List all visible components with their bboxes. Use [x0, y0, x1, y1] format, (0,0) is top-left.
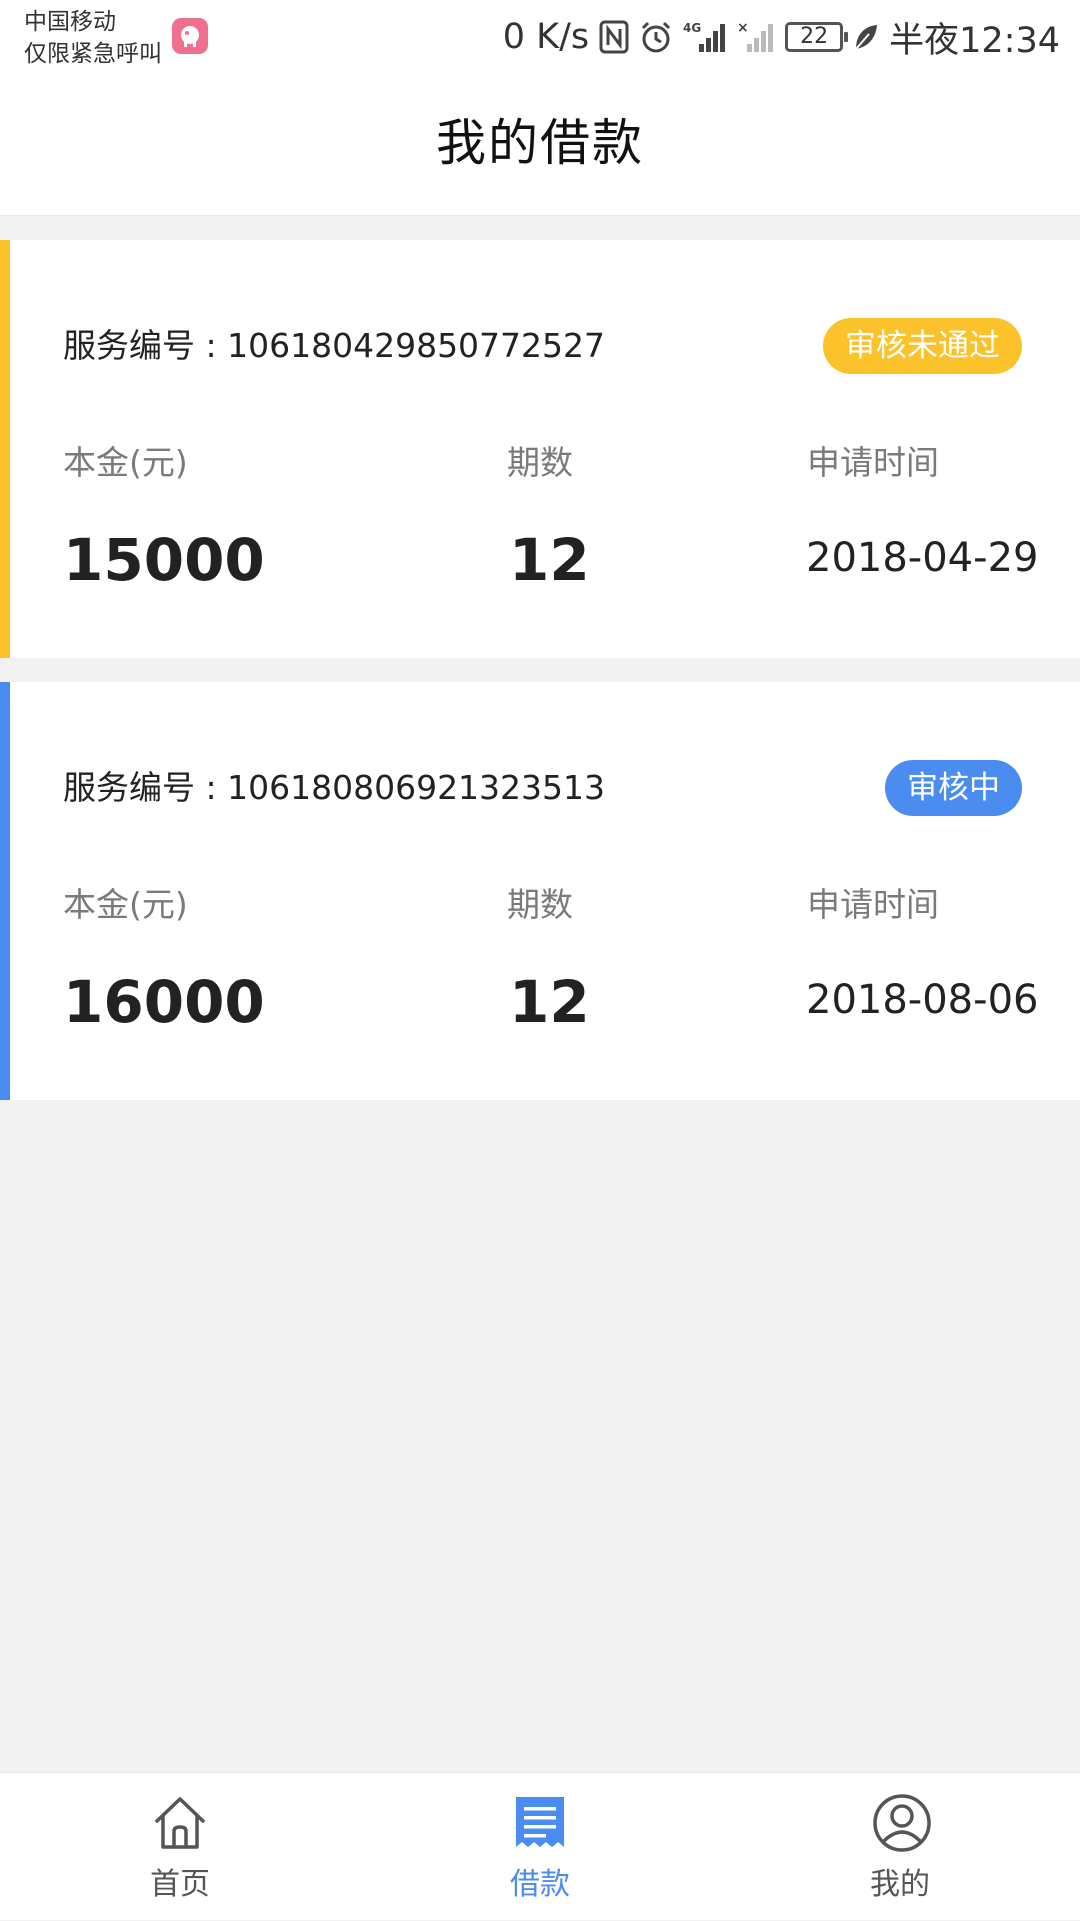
principal-value: 15000 [63, 526, 265, 594]
signal-4g-icon: 4G [683, 20, 727, 54]
app-notification-icon [172, 18, 208, 54]
clock: 半夜12:34 [889, 20, 1060, 61]
profile-icon [872, 1793, 931, 1853]
app-header: 我的借款 [0, 76, 1080, 216]
status-bar: 中国移动 仅限紧急呼叫 0 K/s 4G × 22 半夜12:34 [0, 0, 1080, 76]
principal-label: 本金(元) [63, 885, 188, 924]
status-indicators: 0 K/s 4G × 22 半夜12:34 [502, 14, 1060, 61]
battery-icon: 22 [785, 22, 849, 52]
principal-value: 16000 [63, 968, 265, 1036]
periods-value: 12 [509, 526, 590, 594]
card-accent-bar [0, 240, 10, 658]
service-number: 服务编号 : 106180429850772527 [63, 318, 605, 374]
bottom-nav: 首页 借款 我的 [0, 1772, 1080, 1920]
apply-date-value: 2018-04-29 [806, 535, 1039, 581]
apply-date-label: 申请时间 [807, 885, 939, 924]
carrier-status: 仅限紧急呼叫 [24, 41, 162, 67]
principal-label: 本金(元) [63, 443, 188, 482]
carrier-name: 中国移动 [24, 9, 116, 35]
service-number-label: 服务编号 : [63, 326, 228, 365]
apply-date-label: 申请时间 [807, 443, 939, 482]
status-badge: 审核中 [885, 760, 1022, 816]
periods-label: 期数 [507, 443, 573, 482]
alarm-icon [639, 20, 673, 54]
nav-item-mine[interactable]: 我的 [800, 1773, 1000, 1921]
service-number-value: 106180429850772527 [227, 326, 606, 365]
nfc-icon [599, 20, 629, 54]
card-accent-bar [0, 682, 10, 1100]
loan-card[interactable]: 服务编号 : 106180429850772527 审核未通过 本金(元) 期数… [0, 240, 1080, 658]
periods-value: 12 [509, 968, 590, 1036]
carrier-info: 中国移动 仅限紧急呼叫 [24, 6, 162, 70]
nav-item-home[interactable]: 首页 [80, 1773, 280, 1921]
apply-date-value: 2018-08-06 [806, 977, 1039, 1023]
periods-label: 期数 [507, 885, 573, 924]
home-icon [152, 1793, 208, 1853]
nav-label-home: 首页 [150, 1867, 210, 1902]
network-speed: 0 K/s [502, 17, 590, 57]
nav-item-loans[interactable]: 借款 [440, 1773, 640, 1921]
svg-text:×: × [737, 20, 749, 36]
status-badge: 审核未通过 [823, 318, 1022, 374]
page-title: 我的借款 [436, 114, 644, 172]
loan-document-icon [512, 1793, 568, 1853]
nav-label-loans: 借款 [510, 1867, 570, 1902]
loan-card[interactable]: 服务编号 : 106180806921323513 审核中 本金(元) 期数 申… [0, 682, 1080, 1100]
service-number-value: 106180806921323513 [227, 768, 606, 807]
leaf-icon [853, 22, 879, 52]
service-number: 服务编号 : 106180806921323513 [63, 760, 605, 816]
service-number-label: 服务编号 : [63, 768, 228, 807]
nav-label-mine: 我的 [870, 1867, 930, 1902]
signal-no-service-icon: × [737, 20, 775, 54]
svg-text:4G: 4G [683, 21, 701, 35]
